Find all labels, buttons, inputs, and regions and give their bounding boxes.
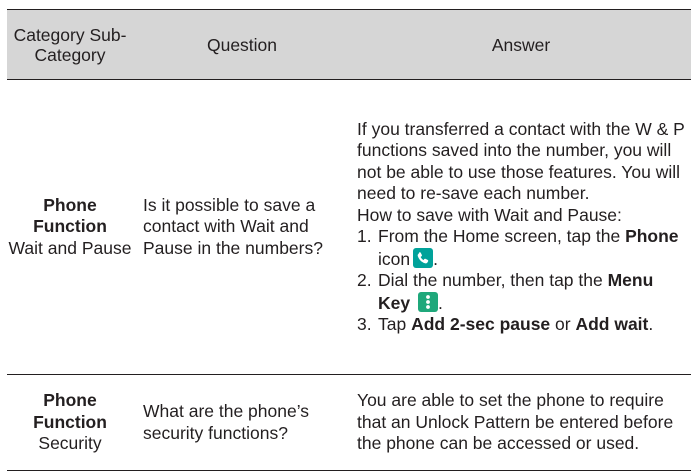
header-row: Category Sub-Category Question Answer: [7, 9, 691, 80]
phone-app-icon: [413, 247, 434, 268]
table-row: Phone Function Security What are the pho…: [7, 375, 691, 471]
category-main: Phone Function: [33, 194, 107, 237]
category-cell: Phone Function Security: [7, 375, 133, 471]
question-cell: Is it possible to save a contact with Wa…: [143, 194, 323, 258]
faq-table: Category Sub-Category Question Answer Ph…: [7, 9, 691, 471]
list-item: 1. From the Home screen, tap the Phone i…: [357, 226, 679, 269]
table-row: Phone Function Wait and Pause Is it poss…: [7, 80, 691, 375]
list-item: 3. Tap Add 2-sec pause or Add wait.: [357, 314, 654, 334]
menu-key-icon: [417, 291, 438, 312]
category-sub: Security: [38, 433, 102, 454]
steps-list: 1. From the Home screen, tap the Phone i…: [357, 226, 685, 336]
answer-cell: If you transferred a contact with the W …: [351, 80, 691, 375]
faq-page: Category Sub-Category Question Answer Ph…: [0, 0, 697, 473]
category-main: Phone Function: [33, 390, 107, 432]
list-item: 2. Dial the number, then tap the Menu Ke…: [357, 270, 654, 313]
header-answer: Answer: [491, 34, 551, 55]
header-question: Question: [206, 34, 278, 55]
question-cell: What are the phone’s security functions?: [143, 401, 310, 443]
category-sub: Wait and Pause: [8, 237, 132, 258]
answer-howto: How to save with Wait and Pause:: [357, 204, 622, 225]
header-category: Category Sub-Category: [13, 24, 127, 65]
answer-intro: If you transferred a contact with the W …: [357, 118, 685, 204]
answer-cell: You are able to set the phone to require…: [357, 390, 674, 454]
category-cell: Phone Function Wait and Pause: [7, 80, 133, 375]
